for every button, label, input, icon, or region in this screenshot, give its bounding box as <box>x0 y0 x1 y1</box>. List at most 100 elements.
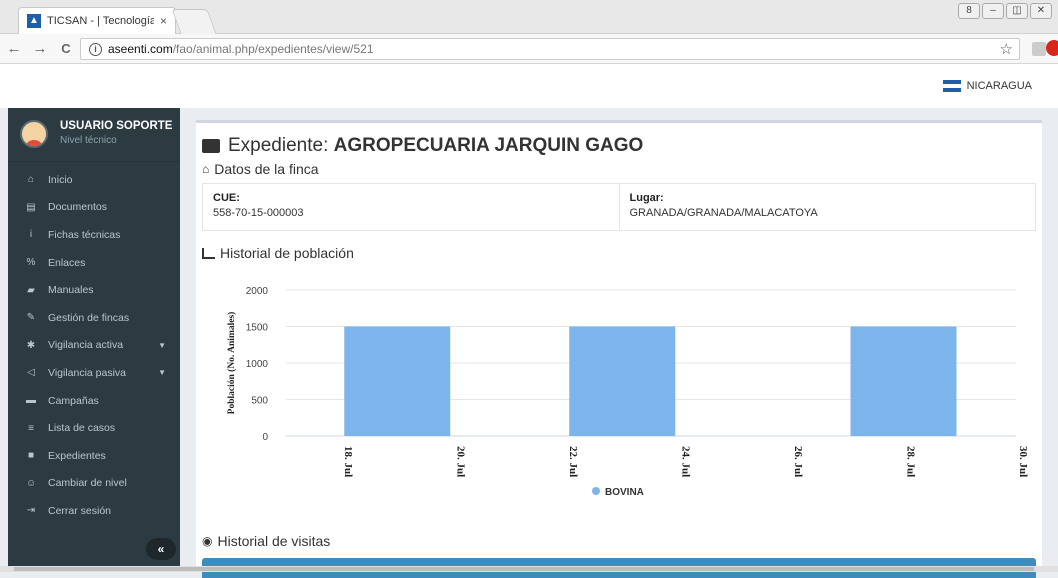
country-label: NICARAGUA <box>966 80 1032 92</box>
sidebar-item-manuales[interactable]: ▰ Manuales <box>8 276 180 304</box>
sidebar-menu: ⌂ Inicio ▤ Documentos i Fichas técnicas% Enlac… <box>8 162 180 525</box>
y-tick-label: 500 <box>251 396 268 407</box>
sidebar-collapse-button[interactable]: « <box>146 538 176 560</box>
sidebar-item-enlaces[interactable]: % Enlaces <box>8 249 180 277</box>
main-content: Expediente: AGROPECUARIA JARQUIN GAGO ⌂ … <box>196 120 1042 578</box>
info-icon: i <box>29 229 33 241</box>
url-input[interactable]: i aseenti.com /fao/animal.php/expediente… <box>80 38 1020 60</box>
sidebar-item-label: Campañas <box>48 394 99 407</box>
home-icon: ⌂ <box>27 174 35 186</box>
url-host: aseenti.com <box>108 42 173 56</box>
x-tick-label: 28. Jul <box>905 446 917 477</box>
sidebar-item-inicio[interactable]: ⌂ Inicio <box>8 166 180 194</box>
scrollbar-thumb[interactable] <box>14 567 1034 571</box>
nicaragua-flag-icon <box>942 80 961 92</box>
link-icon: % <box>26 257 36 269</box>
sidebar-item-campañas[interactable]: ▬ Campañas <box>8 387 180 415</box>
chevron-down-icon: ▼ <box>158 340 166 350</box>
extension-icon[interactable] <box>1032 42 1046 56</box>
page-title: Expediente: AGROPECUARIA JARQUIN GAGO <box>202 135 643 157</box>
x-tick-label: 24. Jul <box>680 446 692 477</box>
cue-label: CUE: <box>213 192 240 204</box>
sidebar-item-cerrar-sesión[interactable]: ⇥ Cerrar sesión <box>8 497 180 525</box>
y-axis-label: Población (No. Animales) <box>226 312 237 415</box>
sidebar-item-cambiar-de-nivel[interactable]: ☺ Cambiar de nivel <box>8 470 180 498</box>
visitas-heading-text: Historial de visitas <box>217 533 331 549</box>
chevron-down-icon: ▼ <box>158 368 166 378</box>
tab-close-icon[interactable]: × <box>160 14 167 28</box>
sidebar-item-vigilancia-pasiva[interactable]: ◁ Vigilancia pasiva ▼ <box>8 359 180 387</box>
site-favicon-icon: ▲ <box>27 14 41 28</box>
poblacion-heading-text: Historial de población <box>220 245 354 261</box>
y-tick-label: 0 <box>262 432 268 443</box>
sidebar-item-label: Cerrar sesión <box>48 504 112 517</box>
cue-cell: CUE: 558-70-15-000003 <box>203 184 620 230</box>
datos-heading: ⌂ Datos de la finca <box>202 161 319 177</box>
visitas-heading: ◉ Historial de visitas <box>202 533 330 549</box>
extension-red-icon[interactable] <box>1046 40 1058 56</box>
site-info-icon[interactable]: i <box>89 42 102 56</box>
legend-label: BOVINA <box>605 487 644 498</box>
eye-icon: ◉ <box>202 534 213 548</box>
horizontal-scrollbar[interactable] <box>0 566 1058 572</box>
new-tab-button[interactable] <box>171 9 217 34</box>
sidebar-item-label: Vigilancia activa <box>48 339 124 352</box>
bullhorn-icon: ◁ <box>27 367 35 379</box>
forward-button[interactable]: → <box>32 40 48 57</box>
sidebar-item-label: Lista de casos <box>48 422 116 435</box>
flag-icon: ▬ <box>26 395 36 407</box>
sidebar-item-documentos[interactable]: ▤ Documentos <box>8 194 180 222</box>
page-title-prefix: Expediente: <box>228 135 334 156</box>
x-tick-label: 18. Jul <box>342 446 354 477</box>
sidebar: USUARIO SOPORTE Nivel técnico ⌂ Inicio ▤ Do… <box>8 108 180 572</box>
sign-out-icon: ⇥ <box>26 505 36 517</box>
minimize-button[interactable]: – <box>982 3 1004 19</box>
x-tick-label: 26. Jul <box>792 446 804 477</box>
bar-chart-icon <box>202 247 215 259</box>
sidebar-item-lista-de-casos[interactable]: ≡ Lista de casos <box>8 414 180 442</box>
lugar-cell: Lugar: GRANADA/GRANADA/MALACATOYA <box>620 184 1036 230</box>
sidebar-item-label: Expedientes <box>48 449 106 462</box>
sidebar-item-gestión-de-fincas[interactable]: ✎ Gestión de fincas <box>8 304 180 332</box>
x-tick-label: 20. Jul <box>455 446 467 477</box>
paw-icon: ✱ <box>26 339 36 351</box>
sidebar-item-fichas-técnicas[interactable]: i Fichas técnicas <box>8 221 180 249</box>
page-topbar: NICARAGUA <box>0 64 1058 108</box>
back-button[interactable]: ← <box>6 40 22 57</box>
x-tick-label: 22. Jul <box>567 446 579 477</box>
sidebar-item-label: Enlaces <box>48 256 86 269</box>
maximize-button[interactable]: ◫ <box>1006 3 1028 19</box>
user-profile-button[interactable]: 8 <box>958 3 980 19</box>
finca-info-table: CUE: 558-70-15-000003 Lugar: GRANADA/GRA… <box>202 183 1036 231</box>
lugar-label: Lugar: <box>629 192 664 204</box>
population-chart: 0 500 1000 1500 2000 Población (No. Animales)… <box>196 273 1042 503</box>
bar <box>569 326 676 436</box>
users-icon: ☺ <box>26 477 37 489</box>
edit-icon: ✎ <box>26 312 36 324</box>
sidebar-item-label: Inicio <box>48 173 73 186</box>
sidebar-item-label: Manuales <box>48 284 94 297</box>
sidebar-item-label: Gestión de fincas <box>48 311 130 324</box>
legend-marker <box>592 487 600 495</box>
reload-button[interactable]: C <box>58 41 74 56</box>
bar <box>850 326 957 436</box>
poblacion-heading: Historial de población <box>202 245 354 261</box>
window-controls: 8 – ◫ ✕ <box>958 3 1052 19</box>
population-chart-svg: 0 500 1000 1500 2000 Población (No. Animales)… <box>226 286 1029 498</box>
sidebar-item-vigilancia-activa[interactable]: ✱ Vigilancia activa ▼ <box>8 332 180 360</box>
browser-tab[interactable]: ▲ TICSAN - | Tecnología de × <box>18 7 176 34</box>
close-window-button[interactable]: ✕ <box>1030 3 1052 19</box>
bookmark-star-icon[interactable]: ☆ <box>1000 40 1013 58</box>
datos-heading-text: Datos de la finca <box>214 161 319 177</box>
user-level: Nivel técnico <box>60 135 117 146</box>
sidebar-item-label: Documentos <box>48 201 107 214</box>
bar <box>344 326 451 436</box>
y-tick-label: 1500 <box>246 323 269 334</box>
country-selector[interactable]: NICARAGUA <box>942 80 1032 92</box>
y-tick-label: 1000 <box>246 359 269 370</box>
file-icon: ▤ <box>26 201 36 213</box>
lugar-value: GRANADA/GRANADA/MALACATOYA <box>629 207 818 219</box>
sidebar-item-label: Cambiar de nivel <box>48 477 127 490</box>
cue-value: 558-70-15-000003 <box>213 207 304 219</box>
sidebar-item-expedientes[interactable]: ■ Expedientes <box>8 442 180 470</box>
